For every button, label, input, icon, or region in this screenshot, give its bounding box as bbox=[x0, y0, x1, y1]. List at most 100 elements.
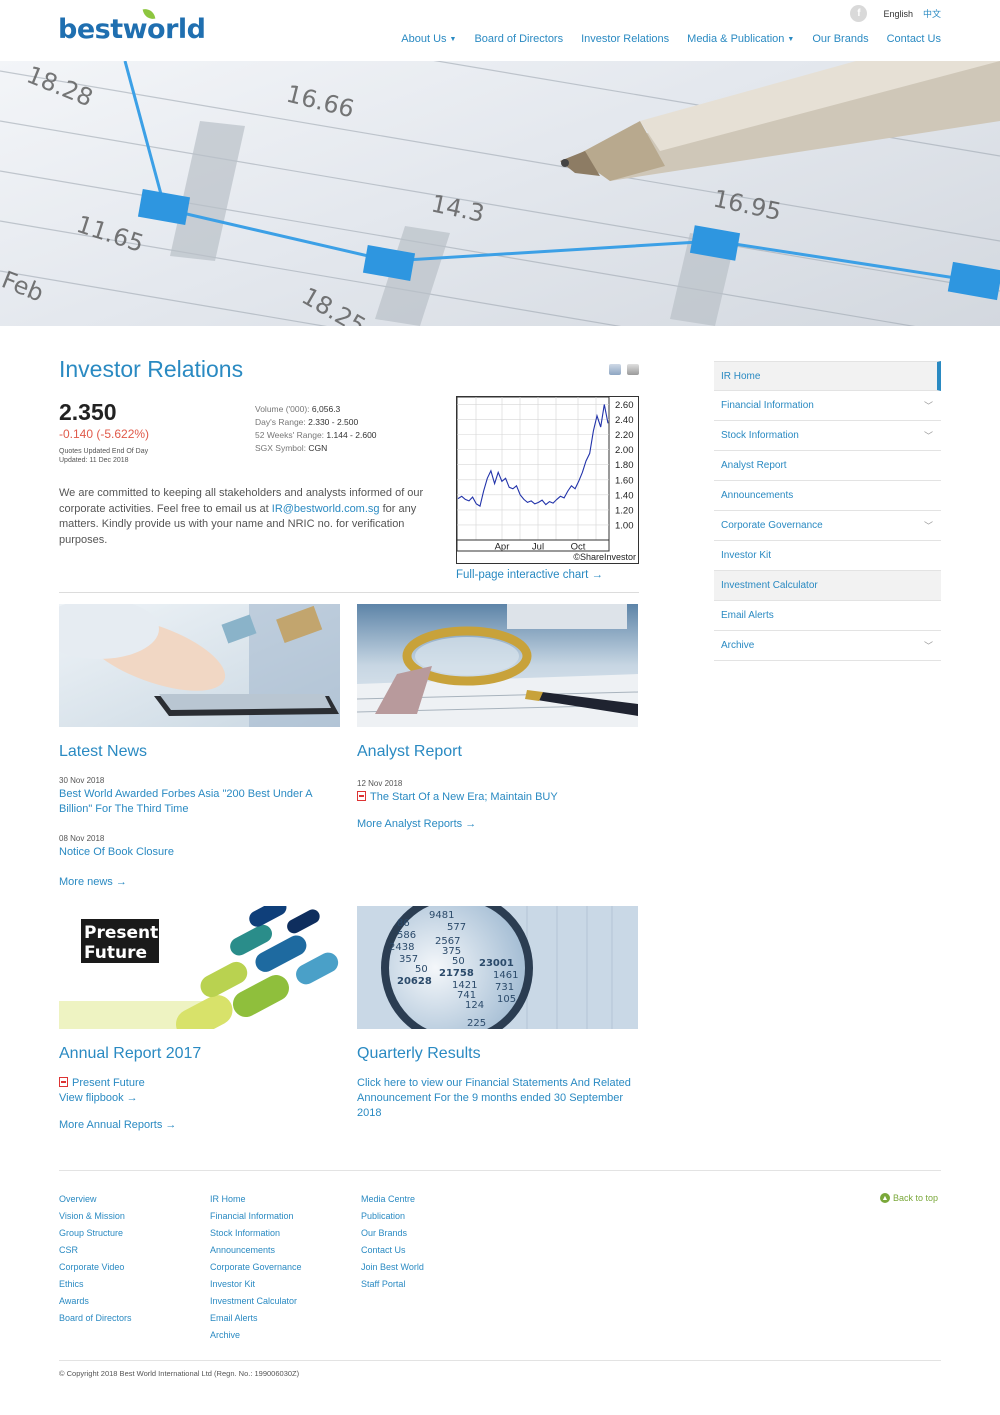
footer-link-board-of-directors[interactable]: Board of Directors bbox=[59, 1310, 132, 1327]
chevron-down-icon[interactable]: ﹀ bbox=[924, 421, 933, 451]
quote-note-text: Quotes Updated End Of Day bbox=[59, 448, 149, 455]
nav-item-media-publication[interactable]: Media & Publication ▼ bbox=[687, 33, 794, 45]
chevron-down-icon[interactable]: ﹀ bbox=[924, 391, 933, 421]
quarterly-number: 21758 bbox=[439, 968, 474, 979]
stock-price-chart[interactable]: 2.60 2.40 2.20 2.00 1.80 1.60 1.40 1.20 1.00 Apr J… bbox=[456, 396, 639, 564]
footer-link-archive[interactable]: Archive bbox=[210, 1327, 302, 1344]
sidebar-item-label: Email Alerts bbox=[721, 610, 774, 621]
sidebar-item-announcements[interactable]: Announcements bbox=[714, 481, 941, 511]
sidebar-item-email-alerts[interactable]: Email Alerts bbox=[714, 601, 941, 631]
footer-link-stock-information[interactable]: Stock Information bbox=[210, 1225, 302, 1242]
sidebar-item-corporate-governance[interactable]: Corporate Governance ﹀ bbox=[714, 511, 941, 541]
more-annual-link[interactable]: More Annual Reports → bbox=[59, 1118, 176, 1133]
footer-link-financial-information[interactable]: Financial Information bbox=[210, 1208, 302, 1225]
stock-change: -0.140 (-5.622%) bbox=[59, 427, 150, 441]
arrow-up-icon: ▲ bbox=[880, 1193, 890, 1203]
volume-label: Volume ('000): bbox=[255, 404, 310, 414]
footer-link-ir-home[interactable]: IR Home bbox=[210, 1191, 302, 1208]
footer-link-overview[interactable]: Overview bbox=[59, 1191, 132, 1208]
facebook-icon[interactable]: f bbox=[850, 5, 868, 22]
symbol-value: CGN bbox=[308, 443, 328, 453]
sidebar-item-investment-calculator[interactable]: Investment Calculator bbox=[714, 571, 941, 601]
analyst-image bbox=[357, 604, 638, 727]
footer-link-awards[interactable]: Awards bbox=[59, 1293, 132, 1310]
sidebar-item-archive[interactable]: Archive ﹀ bbox=[714, 631, 941, 661]
footer-link-our-brands[interactable]: Our Brands bbox=[361, 1225, 424, 1242]
annual-item[interactable]: Present Future bbox=[59, 1076, 145, 1091]
email-page-icon[interactable] bbox=[609, 364, 621, 375]
news-item-1[interactable]: Best World Awarded Forbes Asia "200 Best… bbox=[59, 787, 329, 817]
print-icon[interactable] bbox=[627, 364, 639, 375]
x-tick-label: Apr bbox=[495, 542, 510, 553]
footer-link-group-structure[interactable]: Group Structure bbox=[59, 1225, 132, 1242]
news-date-1: 30 Nov 2018 bbox=[59, 776, 105, 785]
footer-link-media-centre[interactable]: Media Centre bbox=[361, 1191, 424, 1208]
ir-sidebar: IR Home Financial Information ﹀ Stock Infor… bbox=[714, 361, 941, 661]
footer-link-publication[interactable]: Publication bbox=[361, 1208, 424, 1225]
footer-link-vision-mission[interactable]: Vision & Mission bbox=[59, 1208, 132, 1225]
sidebar-item-ir-home[interactable]: IR Home bbox=[714, 361, 941, 391]
footer-col-about: Overview Vision & Mission Group Structure C… bbox=[59, 1191, 132, 1327]
quarterly-number: 2438 bbox=[389, 942, 414, 953]
intro-text: We are committed to keeping all stakehol… bbox=[59, 486, 441, 548]
chevron-down-icon[interactable]: ﹀ bbox=[924, 631, 933, 661]
sidebar-item-stock-information[interactable]: Stock Information ﹀ bbox=[714, 421, 941, 451]
sidebar-item-analyst-report[interactable]: Analyst Report bbox=[714, 451, 941, 481]
chart-credit: ©ShareInvestor bbox=[573, 552, 636, 562]
hero-label: Feb bbox=[0, 266, 48, 308]
footer-link-ethics[interactable]: Ethics bbox=[59, 1276, 132, 1293]
annual-cover-title-1: Present bbox=[84, 923, 158, 943]
y-tick-label: 2.60 bbox=[615, 400, 634, 411]
ir-email-link[interactable]: IR@bestworld.com.sg bbox=[272, 503, 380, 515]
page-tools bbox=[609, 364, 639, 375]
main-nav: About Us ▼ Board of Directors Investor Rela… bbox=[401, 33, 941, 45]
footer-link-email-alerts[interactable]: Email Alerts bbox=[210, 1310, 302, 1327]
quarterly-link[interactable]: Click here to view our Financial Stateme… bbox=[357, 1076, 639, 1121]
footer-link-announcements[interactable]: Announcements bbox=[210, 1242, 302, 1259]
quarterly-results-card: 9481 86 577 586 2567 2438 375 357 50 21758 23001 50… bbox=[357, 906, 638, 1136]
nav-label: Contact Us bbox=[886, 33, 941, 45]
back-to-top-link[interactable]: ▲ Back to top bbox=[880, 1193, 938, 1203]
quarterly-number: 586 bbox=[397, 930, 416, 941]
more-analyst-link[interactable]: More Analyst Reports → bbox=[357, 817, 476, 832]
footer-link-investor-kit[interactable]: Investor Kit bbox=[210, 1276, 302, 1293]
footer-divider bbox=[59, 1170, 941, 1171]
analyst-item[interactable]: The Start Of a New Era; Maintain BUY bbox=[357, 790, 558, 805]
nav-item-contact-us[interactable]: Contact Us bbox=[887, 33, 941, 45]
chevron-down-icon[interactable]: ﹀ bbox=[924, 511, 933, 541]
caret-down-icon: ▼ bbox=[787, 36, 795, 43]
footer-link-investment-calculator[interactable]: Investment Calculator bbox=[210, 1293, 302, 1310]
nav-item-investor-relations[interactable]: Investor Relations bbox=[581, 33, 669, 45]
day-range-value: 2.330 - 2.500 bbox=[308, 417, 359, 427]
footer-link-contact-us[interactable]: Contact Us bbox=[361, 1242, 424, 1259]
news-item-2[interactable]: Notice Of Book Closure bbox=[59, 845, 174, 860]
stock-price: 2.350 bbox=[59, 399, 117, 425]
sidebar-item-investor-kit[interactable]: Investor Kit bbox=[714, 541, 941, 571]
hero-label: 18.28 bbox=[23, 61, 97, 112]
footer-link-join-best-world[interactable]: Join Best World bbox=[361, 1259, 424, 1276]
nav-item-our-brands[interactable]: Our Brands bbox=[812, 33, 868, 45]
footer-link-staff-portal[interactable]: Staff Portal bbox=[361, 1276, 424, 1293]
footer-link-corporate-video[interactable]: Corporate Video bbox=[59, 1259, 132, 1276]
flipbook-link[interactable]: View flipbook → bbox=[59, 1091, 138, 1106]
quarterly-number: 20628 bbox=[397, 976, 432, 987]
analyst-title: Analyst Report bbox=[357, 743, 462, 760]
lang-english-link[interactable]: English bbox=[883, 9, 913, 19]
nav-label: Board of Directors bbox=[474, 33, 564, 45]
back-to-top-label: Back to top bbox=[893, 1193, 939, 1203]
interactive-chart-link[interactable]: Full-page interactive chart → bbox=[456, 569, 603, 581]
pdf-icon bbox=[59, 1077, 68, 1087]
footer-col-ir: IR Home Financial Information Stock Inform… bbox=[210, 1191, 302, 1344]
y-tick-label: 1.60 bbox=[615, 475, 634, 486]
bestworld-logo[interactable]: bestworld bbox=[58, 6, 206, 45]
more-news-link[interactable]: More news → bbox=[59, 875, 127, 890]
footer-link-csr[interactable]: CSR bbox=[59, 1242, 132, 1259]
nav-item-about-us[interactable]: About Us ▼ bbox=[401, 33, 456, 45]
footer-link-corporate-governance[interactable]: Corporate Governance bbox=[210, 1259, 302, 1276]
annual-report-image: Present Future bbox=[59, 906, 340, 1029]
site-header: bestworld f English 中文 About Us ▼ Board of… bbox=[0, 0, 1000, 61]
sidebar-item-financial-information[interactable]: Financial Information ﹀ bbox=[714, 391, 941, 421]
lang-chinese-link[interactable]: 中文 bbox=[923, 7, 941, 20]
nav-item-board-of-directors[interactable]: Board of Directors bbox=[474, 33, 563, 45]
quarterly-number: 105 bbox=[497, 994, 516, 1005]
